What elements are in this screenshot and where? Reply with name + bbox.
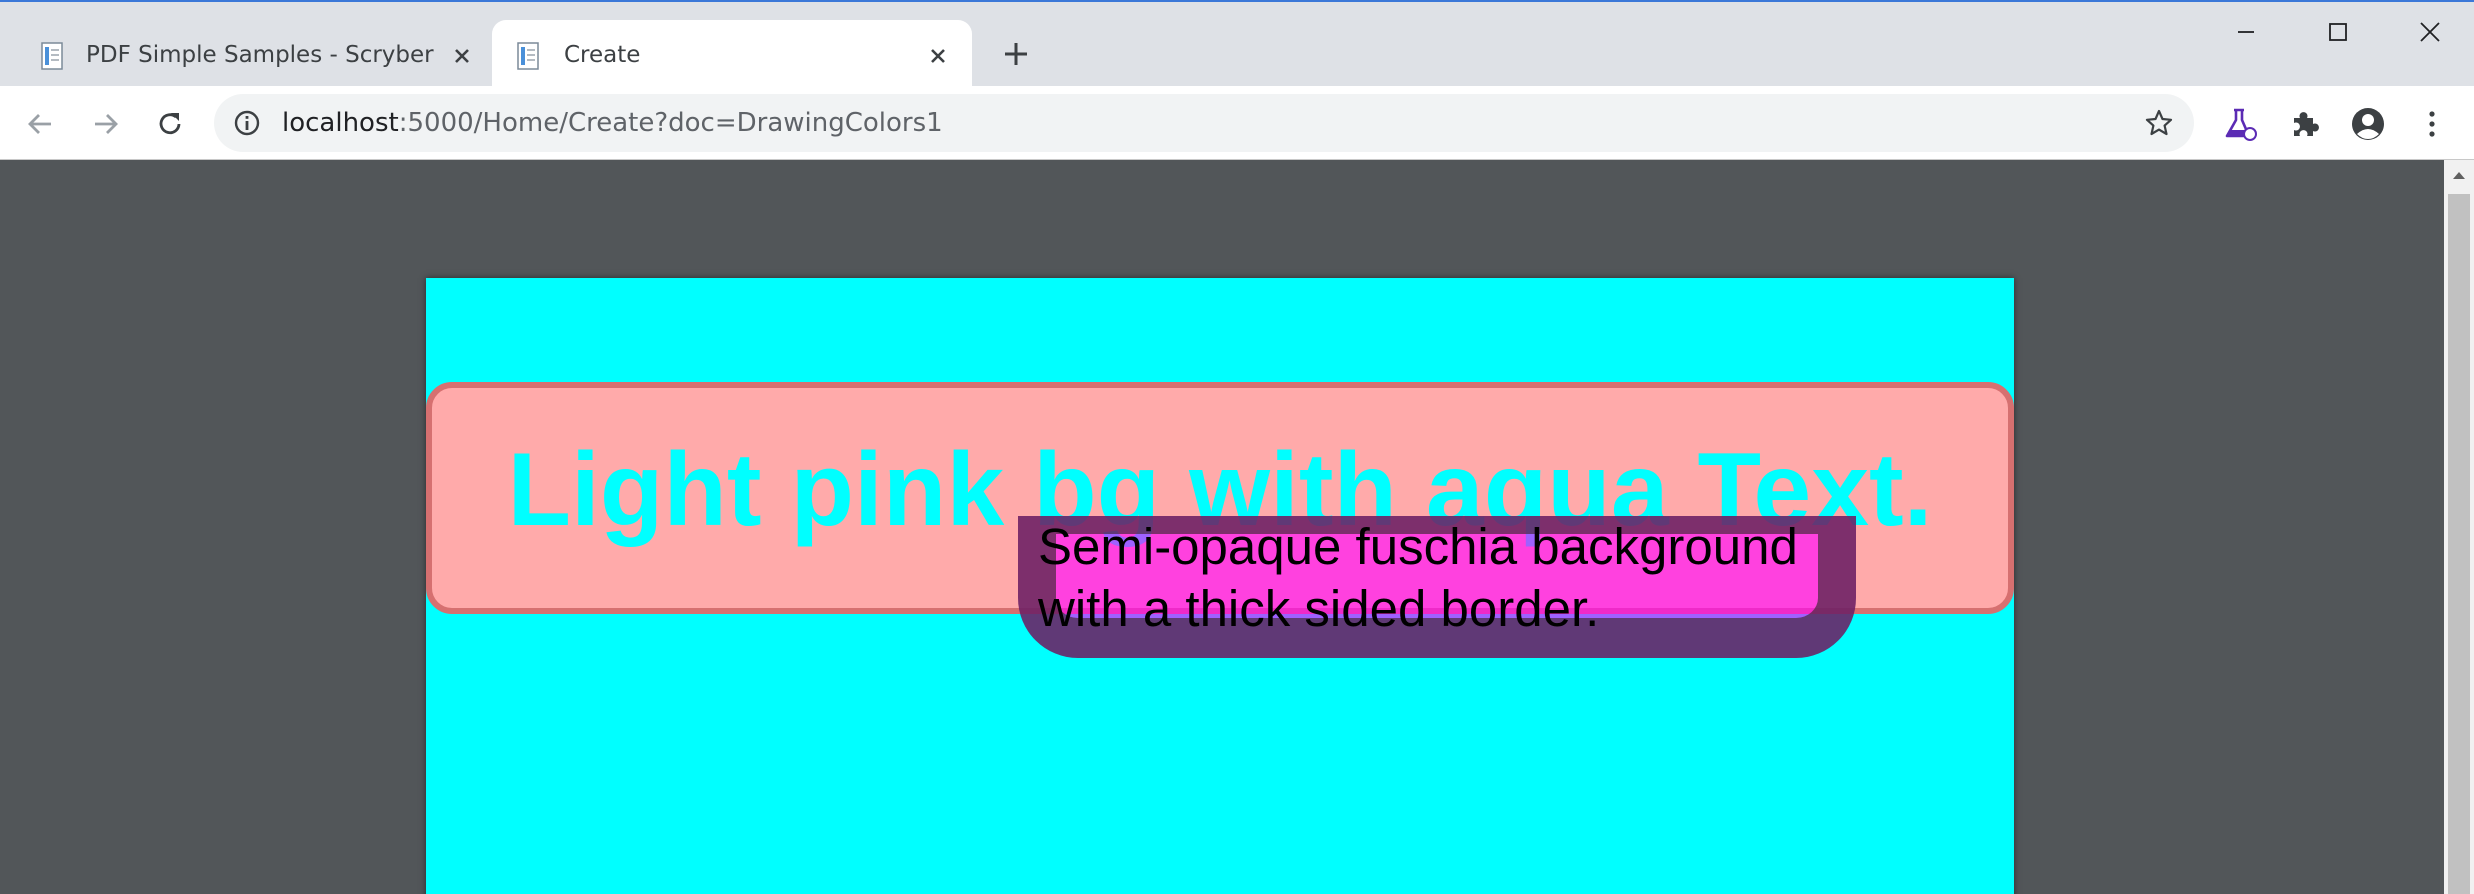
vertical-scrollbar[interactable] [2444,160,2474,894]
minimize-icon[interactable] [2216,12,2276,52]
url-text[interactable]: localhost:5000/Home/Create?doc=DrawingCo… [282,107,943,139]
account-icon[interactable] [2348,104,2388,144]
browser-toolbar: localhost:5000/Home/Create?doc=DrawingCo… [0,86,2474,160]
url-path: :5000/Home/Create?doc=DrawingColors1 [398,108,943,138]
tab-title: Create [564,42,641,68]
close-icon[interactable] [448,42,476,70]
maximize-icon[interactable] [2308,12,2368,52]
close-icon[interactable] [924,42,952,70]
fuschia-box-line-2: with a thick sided border. [1038,580,1600,637]
fuschia-box-line-1: Semi-opaque fuschia background [1038,518,1798,575]
fuschia-box-text: Semi-opaque fuschia background with a th… [1038,516,1858,640]
reload-icon[interactable] [150,104,190,144]
info-icon[interactable] [232,108,262,138]
document-icon [40,42,64,70]
tab-strip: PDF Simple Samples - Scryber Create [0,0,2474,88]
pdf-page: Light pink bg with aqua Text. Semi-opaqu… [426,278,2014,894]
close-icon[interactable] [2400,12,2460,52]
puzzle-icon[interactable] [2284,104,2324,144]
tab-create[interactable]: Create [492,20,972,88]
flask-icon[interactable] [2220,104,2260,144]
pdf-viewer[interactable]: Light pink bg with aqua Text. Semi-opaqu… [0,160,2474,894]
tab-pdf-simple-samples[interactable]: PDF Simple Samples - Scryber [0,20,490,88]
back-icon[interactable] [20,104,60,144]
tab-title: PDF Simple Samples - Scryber [86,42,434,68]
address-bar[interactable]: localhost:5000/Home/Create?doc=DrawingCo… [214,94,2194,152]
forward-icon[interactable] [86,104,126,144]
star-icon[interactable] [2142,106,2176,140]
new-tab-button[interactable] [996,34,1036,74]
menu-icon[interactable] [2412,104,2452,144]
scrollbar-thumb[interactable] [2448,194,2470,894]
url-host: localhost [282,108,399,138]
scroll-up-icon[interactable] [2444,160,2474,190]
document-icon [516,42,540,70]
